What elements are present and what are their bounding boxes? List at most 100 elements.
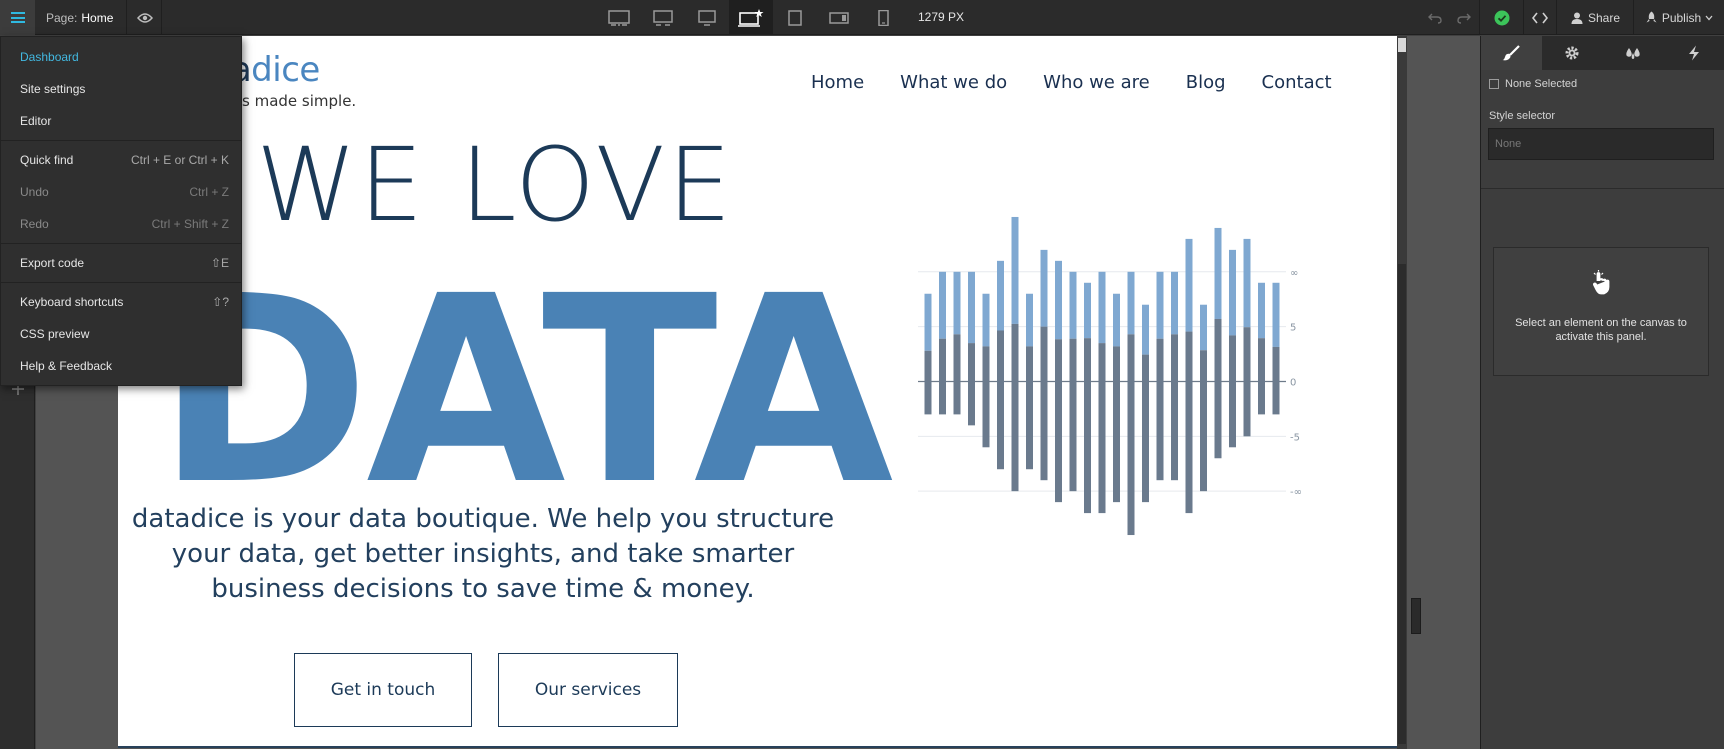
breakpoint-tablet-button[interactable] bbox=[773, 0, 817, 35]
nav-link-contact[interactable]: Contact bbox=[1262, 72, 1332, 93]
site-page-canvas[interactable]: tadice s made simple. Home What we do Wh… bbox=[118, 36, 1397, 746]
menu-item-shortcut: Ctrl + Shift + Z bbox=[151, 217, 229, 231]
chart-bar-negative bbox=[1055, 339, 1062, 503]
breakpoint-portrait-button[interactable] bbox=[861, 0, 905, 35]
none-selected-label: None Selected bbox=[1505, 78, 1578, 90]
style-selector-input[interactable]: None bbox=[1488, 128, 1714, 160]
canvas-scrollbar[interactable] bbox=[1397, 36, 1407, 749]
preview-button[interactable] bbox=[128, 0, 162, 35]
menu-item-export-code[interactable]: Export code ⇧E bbox=[1, 247, 241, 279]
menu-item-shortcut: ⇧E bbox=[210, 256, 229, 270]
user-icon bbox=[1571, 12, 1583, 24]
chart-bar-positive bbox=[1040, 249, 1048, 327]
breakpoint-1440-button[interactable] bbox=[641, 0, 685, 35]
paintbrush-icon bbox=[1502, 45, 1521, 61]
chart-bar-negative bbox=[1272, 346, 1280, 415]
logo-tagline: s made simple. bbox=[242, 92, 357, 110]
hero-paragraph: datadice is your data boutique. We help … bbox=[131, 504, 835, 604]
tablet-icon bbox=[788, 9, 802, 26]
chart-bar-negative bbox=[1171, 334, 1178, 481]
chart-bar-positive bbox=[1098, 271, 1106, 344]
chart-tick-label: -∞ bbox=[1290, 487, 1302, 498]
style-panel: None Selected Style selector None Select… bbox=[1480, 36, 1724, 749]
our-services-button[interactable]: Our services bbox=[498, 653, 678, 727]
empty-state-card: Select an element on the canvas to activ… bbox=[1493, 247, 1709, 376]
share-button[interactable]: Share bbox=[1558, 0, 1634, 35]
page-selector-label: Page: bbox=[46, 10, 78, 25]
menu-item-label: Undo bbox=[20, 185, 49, 199]
nav-link-what-we-do[interactable]: What we do bbox=[900, 72, 1007, 93]
gear-icon bbox=[1565, 46, 1579, 60]
click-hand-icon bbox=[1592, 270, 1610, 295]
chart-bar-positive bbox=[924, 293, 932, 351]
menu-item-dashboard[interactable]: Dashboard bbox=[1, 41, 241, 73]
code-button[interactable] bbox=[1523, 0, 1557, 35]
publish-button[interactable]: Publish bbox=[1634, 0, 1724, 35]
none-selected-row[interactable]: None Selected bbox=[1489, 78, 1577, 90]
chart-bar-positive bbox=[1069, 271, 1077, 339]
nav-link-home[interactable]: Home bbox=[811, 72, 864, 93]
chart-bar-negative bbox=[968, 343, 975, 426]
nav-link-who-we-are[interactable]: Who we are bbox=[1043, 72, 1150, 93]
selection-checkbox[interactable] bbox=[1489, 79, 1499, 89]
redo-icon[interactable] bbox=[1457, 12, 1472, 24]
page-selector[interactable]: Page: Home bbox=[36, 0, 127, 35]
chart-bar-negative bbox=[1113, 346, 1120, 503]
scroll-up-arrow[interactable] bbox=[1398, 38, 1406, 52]
menu-item-label: Help & Feedback bbox=[20, 359, 113, 373]
menu-item-shortcut: ⇧? bbox=[212, 295, 229, 309]
breakpoint-base-button[interactable] bbox=[729, 0, 773, 35]
menu-item-css-preview[interactable]: CSS preview bbox=[1, 318, 241, 350]
menu-item-label: Quick find bbox=[20, 153, 74, 167]
top-toolbar: Page: Home 1279 PX Share Publish bbox=[0, 0, 1724, 35]
breakpoint-1920-button[interactable] bbox=[597, 0, 641, 35]
chevron-down-icon bbox=[1705, 15, 1713, 20]
share-label: Share bbox=[1587, 10, 1621, 25]
chart-bar-negative bbox=[1127, 334, 1135, 536]
chart-bar-positive bbox=[1142, 304, 1149, 355]
main-menu-button[interactable] bbox=[0, 0, 35, 35]
menu-item-help-feedback[interactable]: Help & Feedback bbox=[1, 350, 241, 382]
menu-item-undo[interactable]: Undo Ctrl + Z bbox=[1, 176, 241, 208]
chart-bar-negative bbox=[939, 338, 946, 415]
chart-bar-positive bbox=[1258, 282, 1265, 339]
menu-item-editor[interactable]: Editor bbox=[1, 105, 241, 137]
hero-bar-chart: ∞ 5 0 -5 -∞ bbox=[918, 216, 1302, 536]
panel-divider bbox=[1481, 188, 1724, 189]
menu-item-site-settings[interactable]: Site settings bbox=[1, 73, 241, 105]
menu-item-keyboard-shortcuts[interactable]: Keyboard shortcuts ⇧? bbox=[1, 286, 241, 318]
chart-bar-negative bbox=[1200, 350, 1207, 492]
breakpoint-1280-button[interactable] bbox=[685, 0, 729, 35]
menu-item-label: Dashboard bbox=[20, 50, 79, 64]
chart-bar-positive bbox=[1113, 293, 1120, 347]
menu-item-label: Export code bbox=[20, 256, 85, 270]
chart-bar-negative bbox=[1011, 323, 1019, 492]
tab-settings[interactable] bbox=[1542, 36, 1603, 70]
empty-state-message: Select an element on the canvas to activ… bbox=[1515, 317, 1687, 343]
menu-divider bbox=[1, 243, 241, 244]
menu-item-redo[interactable]: Redo Ctrl + Shift + Z bbox=[1, 208, 241, 240]
menu-item-quick-find[interactable]: Quick find Ctrl + E or Ctrl + K bbox=[1, 144, 241, 176]
chart-bar-negative bbox=[1040, 326, 1048, 481]
chart-bar-positive bbox=[1127, 271, 1135, 335]
code-brackets-icon bbox=[1532, 12, 1548, 23]
history-controls bbox=[1420, 0, 1480, 35]
menu-item-shortcut: Ctrl + Z bbox=[189, 185, 229, 199]
chart-tick-label: -5 bbox=[1290, 432, 1300, 443]
desktop-icon bbox=[698, 9, 716, 26]
chart-bar-positive bbox=[1243, 238, 1251, 328]
canvas-resize-handle[interactable] bbox=[1411, 598, 1421, 634]
tab-interactions-drops[interactable] bbox=[1603, 36, 1664, 70]
nav-link-blog[interactable]: Blog bbox=[1186, 72, 1226, 93]
chart-bar-positive bbox=[1214, 227, 1222, 319]
tab-style[interactable] bbox=[1481, 36, 1542, 70]
breakpoint-landscape-button[interactable] bbox=[817, 0, 861, 35]
chart-bar-positive bbox=[939, 271, 946, 339]
menu-divider bbox=[1, 282, 241, 283]
chart-bar-negative bbox=[1142, 354, 1149, 503]
scroll-thumb[interactable] bbox=[1398, 264, 1406, 744]
undo-icon[interactable] bbox=[1427, 12, 1442, 24]
get-in-touch-button[interactable]: Get in touch bbox=[294, 653, 472, 727]
tab-interactions[interactable] bbox=[1663, 36, 1724, 70]
drops-icon bbox=[1626, 48, 1640, 59]
